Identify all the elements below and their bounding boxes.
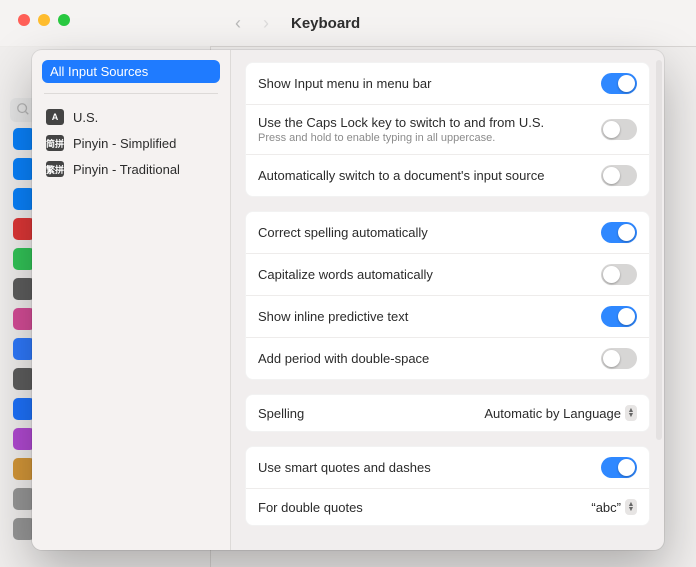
- source-item[interactable]: A U.S.: [42, 104, 220, 130]
- page-title: Keyboard: [291, 15, 360, 32]
- source-badge-icon: 繁拼: [46, 161, 64, 177]
- close-icon[interactable]: [18, 14, 30, 26]
- forward-button[interactable]: ›: [263, 13, 269, 34]
- source-badge-icon: 简拼: [46, 135, 64, 151]
- settings-label: Spelling: [258, 406, 304, 421]
- settings-sublabel: Press and hold to enable typing in all u…: [258, 132, 544, 144]
- source-label: Pinyin - Traditional: [73, 162, 180, 177]
- all-input-sources[interactable]: All Input Sources: [42, 60, 220, 83]
- settings-row: Show Input menu in menu bar: [246, 63, 649, 105]
- select-control[interactable]: “abc” ▲▼: [591, 499, 637, 515]
- chevron-updown-icon: ▲▼: [625, 405, 637, 421]
- settings-label: Automatically switch to a document's inp…: [258, 168, 544, 183]
- zoom-icon[interactable]: [58, 14, 70, 26]
- back-button[interactable]: ‹: [235, 13, 241, 34]
- select-value: “abc”: [591, 500, 621, 515]
- source-badge-icon: A: [46, 109, 64, 125]
- settings-row: Spelling Automatic by Language ▲▼: [246, 395, 649, 431]
- toggle-switch[interactable]: [601, 165, 637, 186]
- source-label: U.S.: [73, 110, 98, 125]
- settings-row: Use the Caps Lock key to switch to and f…: [246, 105, 649, 155]
- chevron-updown-icon: ▲▼: [625, 499, 637, 515]
- source-item[interactable]: 简拼 Pinyin - Simplified: [42, 130, 220, 156]
- toggle-switch[interactable]: [601, 348, 637, 369]
- toggle-switch[interactable]: [601, 119, 637, 140]
- select-control[interactable]: Automatic by Language ▲▼: [484, 405, 637, 421]
- source-label: Pinyin - Simplified: [73, 136, 176, 151]
- toggle-switch[interactable]: [601, 457, 637, 478]
- toggle-switch[interactable]: [601, 222, 637, 243]
- settings-row: Use smart quotes and dashes: [246, 447, 649, 489]
- window-traffic-lights[interactable]: [18, 14, 70, 26]
- settings-label: Capitalize words automatically: [258, 267, 433, 282]
- settings-group: Spelling Automatic by Language ▲▼: [245, 394, 650, 432]
- settings-row: Capitalize words automatically: [246, 254, 649, 296]
- settings-label: For double quotes: [258, 500, 363, 515]
- divider: [44, 93, 218, 94]
- toggle-switch[interactable]: [601, 306, 637, 327]
- settings-label: Show Input menu in menu bar: [258, 76, 431, 91]
- source-item[interactable]: 繁拼 Pinyin - Traditional: [42, 156, 220, 182]
- select-value: Automatic by Language: [484, 406, 621, 421]
- settings-row: For double quotes “abc” ▲▼: [246, 489, 649, 525]
- settings-row: Show inline predictive text: [246, 296, 649, 338]
- minimize-icon[interactable]: [38, 14, 50, 26]
- settings-group: Correct spelling automatically Capitalize…: [245, 211, 650, 380]
- settings-row: Automatically switch to a document's inp…: [246, 155, 649, 196]
- settings-label: Correct spelling automatically: [258, 225, 428, 240]
- toggle-switch[interactable]: [601, 264, 637, 285]
- settings-row: Add period with double-space: [246, 338, 649, 379]
- toggle-switch[interactable]: [601, 73, 637, 94]
- settings-row: Correct spelling automatically: [246, 212, 649, 254]
- settings-label: Show inline predictive text: [258, 309, 408, 324]
- settings-label: Use smart quotes and dashes: [258, 460, 431, 475]
- settings-group: Use smart quotes and dashes For double qu…: [245, 446, 650, 526]
- settings-group: Show Input menu in menu bar Use the Caps …: [245, 62, 650, 197]
- scrollbar[interactable]: [656, 60, 662, 440]
- settings-label: Add period with double-space: [258, 351, 429, 366]
- input-sources-sheet: All Input Sources A U.S. 简拼 Pinyin - Simpli…: [32, 50, 664, 550]
- settings-label: Use the Caps Lock key to switch to and f…: [258, 115, 544, 130]
